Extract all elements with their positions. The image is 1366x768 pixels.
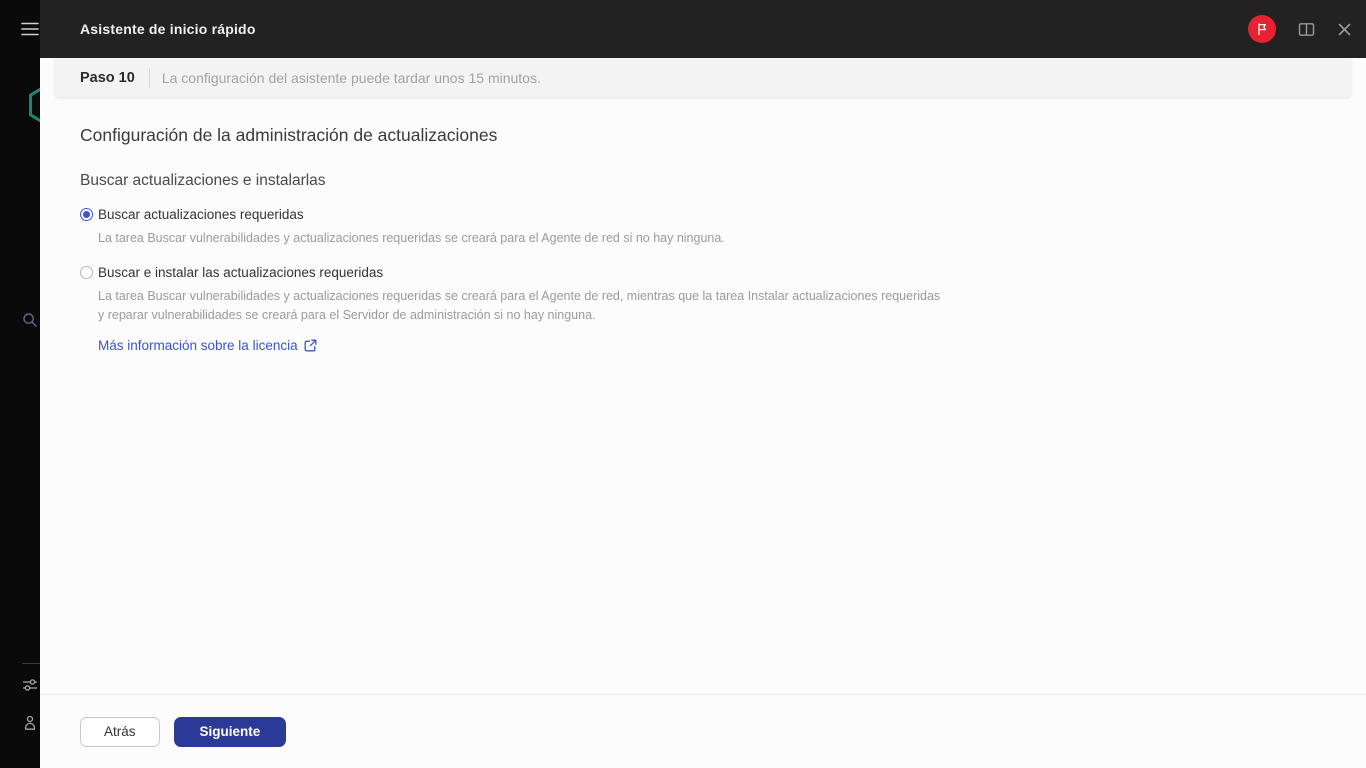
option-description: La tarea Buscar vulnerabilidades y actua… bbox=[98, 289, 941, 322]
option-description: La tarea Buscar vulnerabilidades y actua… bbox=[98, 231, 725, 245]
user-icon[interactable] bbox=[22, 715, 38, 736]
menu-icon[interactable] bbox=[21, 21, 39, 42]
titlebar-actions bbox=[1248, 0, 1352, 58]
license-info-link-label: Más información sobre la licencia bbox=[98, 338, 298, 353]
wizard-step-bar: Paso 10 La configuración del asistente p… bbox=[55, 58, 1351, 97]
filter-sliders-icon[interactable] bbox=[22, 677, 38, 698]
flag-badge-icon[interactable] bbox=[1248, 15, 1276, 43]
wizard-footer: Atrás Siguiente bbox=[40, 694, 1366, 768]
option-search-and-install-updates: Buscar e instalar las actualizaciones re… bbox=[80, 265, 1326, 325]
options-group-title: Buscar actualizaciones e instalarlas bbox=[80, 172, 326, 189]
option-search-updates: Buscar actualizaciones requeridas La tar… bbox=[80, 207, 1326, 248]
wizard-content: Configuración de la administración de ac… bbox=[80, 115, 1326, 355]
radio-icon[interactable] bbox=[80, 208, 93, 221]
dialog-titlebar: Asistente de inicio rápido bbox=[40, 0, 1366, 58]
radio-label: Buscar e instalar las actualizaciones re… bbox=[98, 265, 384, 280]
step-separator bbox=[148, 67, 150, 88]
radio-search-updates[interactable]: Buscar actualizaciones requeridas bbox=[80, 207, 1326, 222]
sidebar-divider bbox=[22, 663, 40, 664]
page-title: Configuración de la administración de ac… bbox=[80, 125, 498, 145]
radio-icon[interactable] bbox=[80, 266, 93, 279]
quick-start-wizard-dialog: Asistente de inicio rápido Paso 10 La co… bbox=[40, 0, 1366, 768]
search-icon[interactable] bbox=[22, 312, 38, 333]
book-icon[interactable] bbox=[1298, 22, 1315, 37]
radio-search-and-install-updates[interactable]: Buscar e instalar las actualizaciones re… bbox=[80, 265, 1326, 280]
external-link-icon bbox=[304, 339, 317, 352]
dialog-title: Asistente de inicio rápido bbox=[80, 21, 256, 37]
app-sidebar bbox=[0, 0, 40, 768]
radio-label: Buscar actualizaciones requeridas bbox=[98, 207, 304, 222]
step-note: La configuración del asistente puede tar… bbox=[161, 69, 541, 86]
step-number: Paso 10 bbox=[80, 69, 135, 86]
close-icon[interactable] bbox=[1337, 22, 1352, 37]
license-info-link[interactable]: Más información sobre la licencia bbox=[98, 338, 317, 353]
next-button[interactable]: Siguiente bbox=[173, 716, 287, 747]
brand-hexagon-logo bbox=[27, 83, 40, 132]
back-button[interactable]: Atrás bbox=[80, 716, 160, 747]
